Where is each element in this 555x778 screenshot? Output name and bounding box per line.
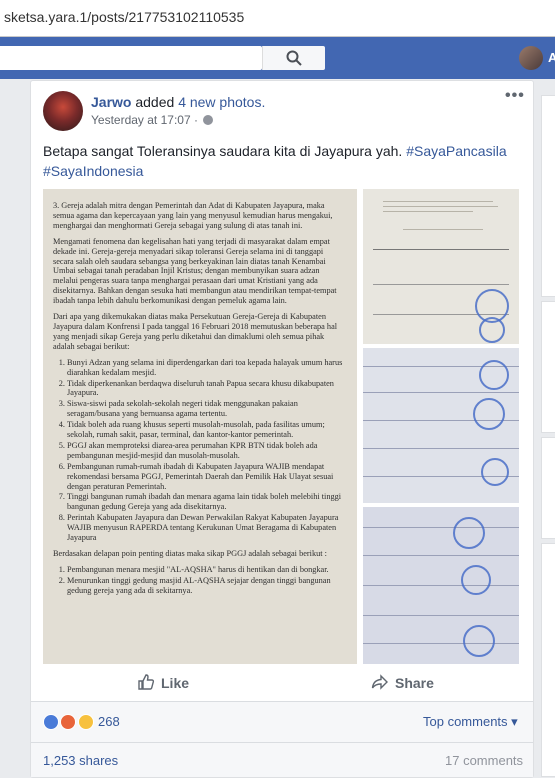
stamp-icon: [481, 458, 509, 486]
post-header: Jarwo added 4 new photos.: [91, 94, 265, 110]
table-line: [373, 284, 509, 285]
wow-reaction-icon: [77, 714, 94, 730]
shares-bar: 1,253 shares 17 comments: [31, 742, 533, 777]
doc-point: Siswa-siswi pada sekolah-sekolah negeri …: [67, 399, 345, 419]
angry-reaction-icon: [60, 714, 77, 730]
photos-link[interactable]: 4 new photos.: [178, 94, 265, 110]
stamp-icon: [473, 398, 505, 430]
table-line: [363, 585, 519, 586]
doc-line: [383, 201, 493, 202]
doc-line: [403, 229, 483, 230]
action-text: added: [135, 94, 175, 110]
right-panel-4: [541, 543, 555, 777]
post-meta: Yesterday at 17:07 ·: [91, 113, 214, 127]
reaction-count[interactable]: 268: [98, 714, 120, 729]
author-name[interactable]: Jarwo: [91, 94, 131, 110]
right-column: [541, 95, 555, 777]
doc-point: Perintah Kabupaten Jayapura dan Dewan Pe…: [67, 513, 345, 543]
hashtag-saya-pancasila[interactable]: #SayaPancasila: [406, 143, 506, 159]
more-options-icon[interactable]: •••: [505, 87, 525, 105]
doc-points-list: Bunyi Adzan yang selama ini diperdengark…: [53, 358, 345, 543]
author-avatar[interactable]: [43, 91, 83, 131]
search-button[interactable]: [262, 46, 325, 70]
right-panel-2: [541, 301, 555, 433]
user-avatar[interactable]: [519, 46, 543, 70]
doc-point: Tidak diperkenankan berdaqwa diseluruh t…: [67, 379, 345, 399]
doc-paragraph-3: Berdasakan delapan poin penting diatas m…: [53, 549, 327, 558]
doc-point: Menurunkan tinggi gedung masjid AL-AQSHA…: [67, 576, 345, 596]
post-actions: Like Share: [31, 669, 533, 699]
search-icon: [286, 50, 302, 66]
share-button[interactable]: Share: [371, 673, 434, 691]
like-label: Like: [161, 675, 190, 691]
table-line: [363, 448, 519, 449]
share-arrow-icon: [371, 674, 388, 690]
doc-point: Pembangunan rumah-rumah ibadah di Kabupa…: [67, 462, 345, 492]
post-text-body: Betapa sangat Toleransinya saudara kita …: [43, 143, 403, 159]
post-text: Betapa sangat Toleransinya saudara kita …: [43, 141, 523, 181]
like-reaction-icon: [43, 714, 59, 730]
table-line: [363, 527, 519, 528]
facebook-top-bar: [0, 37, 555, 79]
stamp-icon: [479, 360, 509, 390]
hashtag-saya-indonesia[interactable]: #SayaIndonesia: [43, 163, 143, 179]
meta-dot: ·: [193, 113, 198, 127]
doc-paragraph-1: Mengamati fenomena dan kegelisahan hati …: [53, 236, 337, 306]
table-line: [363, 615, 519, 616]
thumbs-up-icon: [138, 674, 155, 690]
reaction-icons[interactable]: [43, 714, 94, 735]
share-label: Share: [395, 675, 434, 691]
document-text: 3. Gereja adalah mitra dengan Pemerintah…: [53, 201, 345, 602]
url-text[interactable]: sketsa.yara.1/posts/217753102110535: [4, 9, 244, 25]
doc-point: Bunyi Adzan yang selama ini diperdengark…: [67, 358, 345, 378]
doc-point: Tidak boleh ada ruang khusus seperti mus…: [67, 420, 345, 440]
right-panel-1: [541, 95, 555, 297]
table-line: [363, 392, 519, 393]
post-photo-main[interactable]: 3. Gereja adalah mitra dengan Pemerintah…: [43, 189, 357, 664]
post-card: Jarwo added 4 new photos. Yesterday at 1…: [30, 80, 534, 778]
table-line: [373, 249, 509, 250]
stamp-icon: [463, 625, 495, 657]
user-name[interactable]: A: [548, 50, 555, 65]
doc-paragraph-2: Dari apa yang dikemukakan diatas maka Pe…: [53, 312, 338, 351]
doc-point: Pembangunan menara mesjid "AL-AQSHA" har…: [67, 565, 345, 575]
right-panel-3: [541, 437, 555, 539]
post-photo-2[interactable]: [363, 189, 519, 344]
doc-point: PGGJ akan memproteksi diarea-area peruma…: [67, 441, 345, 461]
globe-icon: [203, 115, 214, 125]
browser-url-bar[interactable]: sketsa.yara.1/posts/217753102110535: [0, 0, 555, 37]
reactions-bar: 268 Top comments ▾: [31, 701, 533, 742]
top-comments-dropdown[interactable]: Top comments ▾: [423, 714, 518, 730]
table-line: [363, 555, 519, 556]
search-input[interactable]: [0, 46, 262, 70]
comments-count[interactable]: 17 comments: [445, 753, 523, 768]
stamp-icon: [479, 317, 505, 343]
doc-line: [383, 206, 498, 207]
doc-points2-list: Pembangunan menara mesjid "AL-AQSHA" har…: [53, 565, 345, 596]
shares-count[interactable]: 1,253 shares: [43, 753, 118, 768]
timestamp[interactable]: Yesterday at 17:07: [91, 113, 191, 127]
doc-line: [383, 211, 473, 212]
table-line: [363, 643, 519, 644]
post-photo-3[interactable]: [363, 348, 519, 503]
doc-item-3: 3. Gereja adalah mitra dengan Pemerintah…: [53, 201, 333, 230]
stamp-icon: [453, 517, 485, 549]
post-photo-4[interactable]: [363, 507, 519, 664]
doc-point: Tinggi bangunan rumah ibadah dan menara …: [67, 492, 345, 512]
like-button[interactable]: Like: [137, 673, 189, 691]
stamp-icon: [461, 565, 491, 595]
